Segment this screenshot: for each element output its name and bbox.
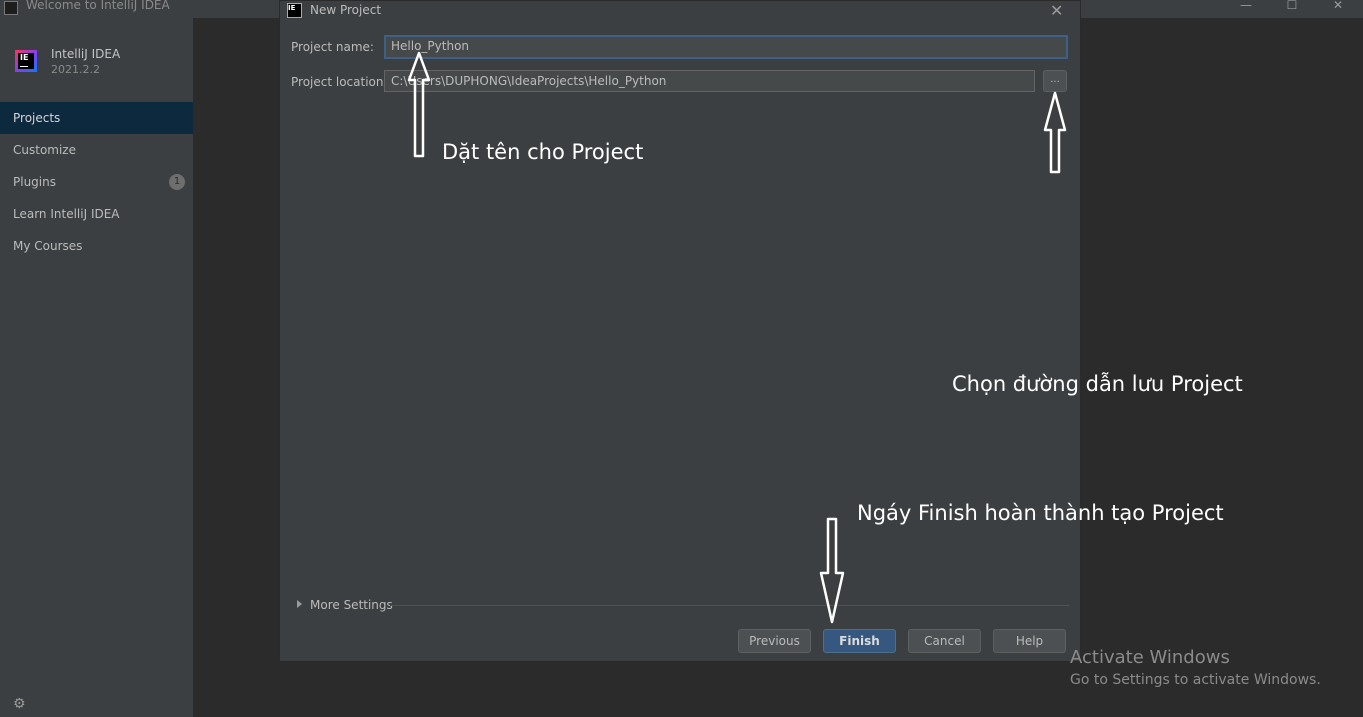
help-button[interactable]: Help	[993, 629, 1066, 653]
project-name-label: Project name:	[291, 40, 374, 54]
sidebar-item-plugins[interactable]: Plugins 1	[0, 166, 193, 198]
project-name-input[interactable]: Hello_Python	[384, 35, 1068, 59]
minimize-button[interactable]: —	[1231, 0, 1261, 14]
sidebar-item-customize[interactable]: Customize	[0, 134, 193, 166]
window-title: Welcome to IntelliJ IDEA	[26, 0, 170, 12]
sidebar-item-label: My Courses	[13, 239, 83, 253]
browse-location-button[interactable]: ...	[1043, 70, 1067, 92]
annotation-name-text: Dặt tên cho Project	[442, 140, 644, 164]
annotation-finish-text: Ngáy Finish hoàn thành tạo Project	[857, 501, 1224, 525]
sidebar-item-my-courses[interactable]: My Courses	[0, 230, 193, 262]
dialog-title: New Project	[310, 3, 382, 17]
plugins-update-badge: 1	[169, 174, 185, 190]
product-name: IntelliJ IDEA	[51, 47, 121, 61]
more-settings-divider	[390, 605, 1069, 606]
activate-windows-hint: Go to Settings to activate Windows.	[1070, 672, 1321, 688]
annotation-arrow-up-location	[1043, 91, 1067, 174]
window-close-button[interactable]: ✕	[1323, 0, 1353, 14]
new-project-dialog: IE New Project ✕ Project name: Hello_Pyt…	[279, 0, 1081, 662]
sidebar-item-projects[interactable]: Projects	[0, 102, 193, 134]
project-location-label: Project location:	[291, 75, 388, 89]
welcome-sidebar: IE IntelliJ IDEA 2021.2.2 Projects Custo…	[0, 18, 193, 717]
cancel-button[interactable]: Cancel	[908, 629, 981, 653]
expand-triangle-icon	[297, 600, 302, 608]
finish-button[interactable]: Finish	[823, 629, 896, 653]
dialog-close-icon[interactable]: ✕	[1050, 1, 1063, 20]
maximize-button[interactable]: ☐	[1277, 0, 1307, 14]
annotation-location-text: Chọn đường dẫn lưu Project	[952, 372, 1243, 396]
sidebar-item-label: Plugins	[13, 175, 56, 189]
product-version: 2021.2.2	[51, 63, 100, 76]
more-settings-label: More Settings	[310, 598, 393, 612]
sidebar-item-label: Customize	[13, 143, 76, 157]
intellij-logo-icon: IE	[15, 50, 37, 72]
sidebar-item-learn[interactable]: Learn IntelliJ IDEA	[0, 198, 193, 230]
sidebar-item-label: Projects	[13, 111, 61, 125]
intellij-app-icon	[4, 1, 18, 15]
activate-windows-watermark: Activate Windows	[1070, 647, 1230, 668]
intellij-dialog-icon: IE	[287, 3, 302, 18]
dialog-title-bar: IE New Project ✕	[280, 1, 1080, 21]
annotation-arrow-up-name	[407, 51, 431, 158]
project-location-input[interactable]: C:\Users\DUPHONG\IdeaProjects\Hello_Pyth…	[384, 70, 1035, 92]
gear-icon[interactable]: ⚙	[13, 696, 26, 712]
sidebar-item-label: Learn IntelliJ IDEA	[13, 207, 120, 221]
annotation-arrow-down-finish	[819, 517, 845, 624]
previous-button[interactable]: Previous	[738, 629, 811, 653]
more-settings-toggle[interactable]: More Settings	[297, 598, 393, 612]
